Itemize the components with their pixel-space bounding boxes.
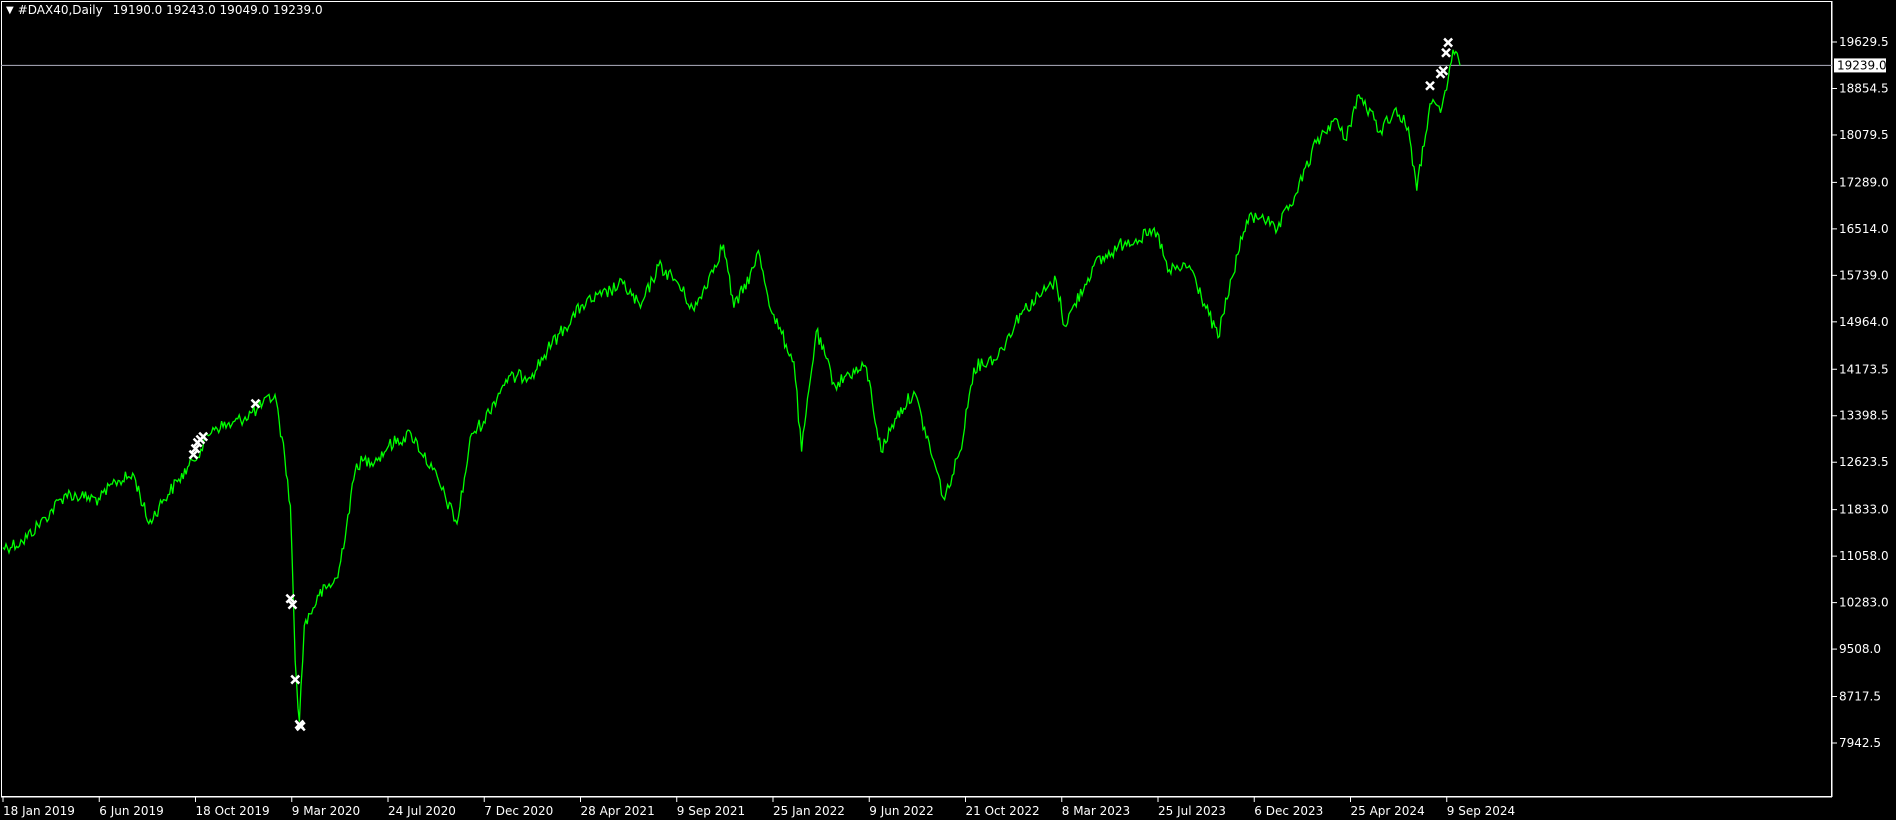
y-tick-label: 18854.5 [1839, 81, 1889, 95]
triangle-down-icon[interactable]: ▼ [6, 5, 14, 16]
x-axis-ticks: 18 Jan 2019 6 Jun 2019 18 Oct 2019 9 Mar 20… [2, 797, 1515, 818]
y-tick-label: 19629.5 [1839, 35, 1889, 49]
y-tick-label: 13398.5 [1839, 409, 1889, 423]
x-tick-label: 9 Mar 2020 [292, 804, 360, 818]
current-price-label: 19239.0 [1837, 58, 1887, 72]
y-tick-label: 8717.5 [1839, 690, 1881, 704]
x-tick-label: 28 Apr 2021 [581, 804, 655, 818]
x-tick-label: 9 Jun 2022 [869, 804, 934, 818]
y-tick-label: 17289.0 [1839, 175, 1889, 189]
y-tick-label: 12623.5 [1839, 455, 1889, 469]
x-tick-label: 9 Sep 2021 [677, 804, 745, 818]
x-tick-label: 21 Oct 2022 [966, 804, 1040, 818]
y-tick-label: 7942.5 [1839, 736, 1881, 750]
x-tick-label: 9 Sep 2024 [1447, 804, 1515, 818]
chart-info-bar: ▼ #DAX40,Daily 19190.0 19243.0 19049.0 1… [6, 3, 323, 17]
ohlc-values: 19190.0 19243.0 19049.0 19239.0 [112, 3, 323, 17]
y-tick-label: 14173.5 [1839, 362, 1889, 376]
x-tick-label: 25 Apr 2024 [1351, 804, 1425, 818]
x-tick-label: 18 Oct 2019 [196, 804, 270, 818]
x-tick-label: 6 Dec 2023 [1254, 804, 1323, 818]
y-tick-label: 9508.0 [1839, 642, 1881, 656]
x-tick-label: 25 Jul 2023 [1158, 804, 1226, 818]
x-tick-label: 7 Dec 2020 [484, 804, 553, 818]
x-tick-label: 18 Jan 2019 [3, 804, 75, 818]
y-tick-label: 16514.0 [1839, 222, 1889, 236]
x-tick-label: 8 Mar 2023 [1062, 804, 1130, 818]
current-price-label-group: 19239.0 [1834, 58, 1887, 73]
x-tick-label: 6 Jun 2019 [99, 804, 164, 818]
x-tick-label: 25 Jan 2022 [773, 804, 845, 818]
y-tick-label: 15739.0 [1839, 268, 1889, 282]
y-tick-label: 11833.0 [1839, 503, 1889, 517]
y-tick-label: 11058.0 [1839, 549, 1889, 563]
y-tick-label: 14964.0 [1839, 315, 1889, 329]
y-tick-label: 10283.0 [1839, 596, 1889, 610]
x-tick-label: 24 Jul 2020 [388, 804, 456, 818]
y-tick-label: 18079.5 [1839, 128, 1889, 142]
price-chart[interactable]: 19629.5 18854.5 18079.5 17289.0 16514.0 15739… [0, 0, 1896, 820]
symbol-label: #DAX40,Daily [17, 3, 103, 17]
y-axis-ticks: 19629.5 18854.5 18079.5 17289.0 16514.0 15739… [1832, 35, 1889, 750]
